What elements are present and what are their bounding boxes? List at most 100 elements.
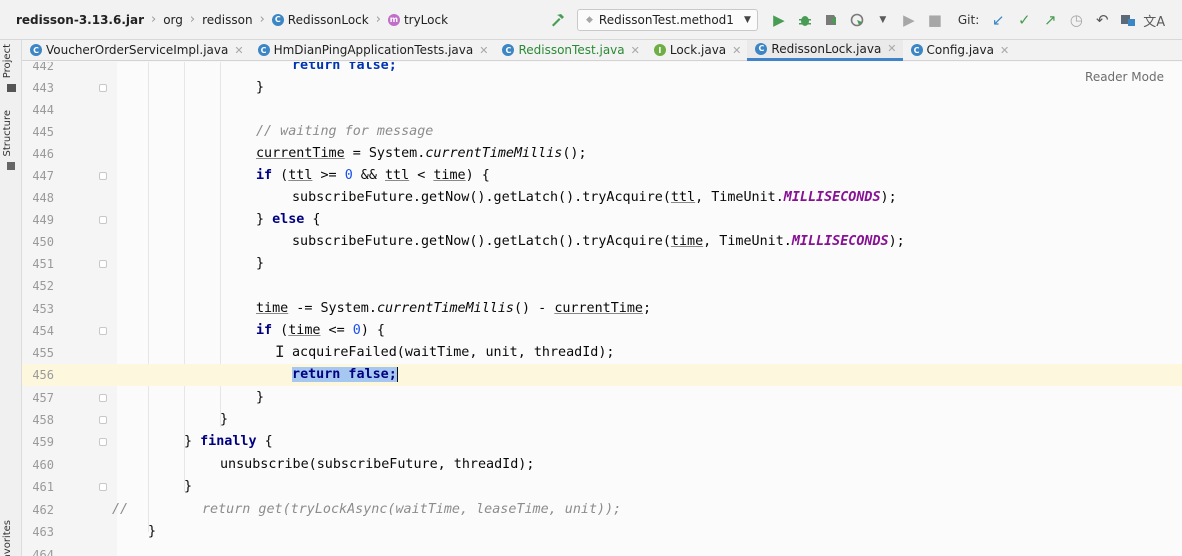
code-line: 458 } [22,409,1182,431]
line-number: 449 [32,213,54,227]
code-line: 452 [22,275,1182,297]
code-text: return false; [292,364,398,386]
coverage-icon[interactable] [820,9,842,31]
chevron-down-icon[interactable]: ▼ [872,9,894,31]
fold-marker-icon[interactable] [99,394,107,402]
method-icon: m [387,13,400,26]
tab-hmdianping-application-tests[interactable]: C HmDianPingApplicationTests.java ✕ [250,40,495,61]
close-icon[interactable]: ✕ [479,44,488,57]
code-line: 455 I acquireFailed(waitTime, unit, thre… [22,342,1182,364]
tab-lock[interactable]: I Lock.java ✕ [646,40,748,61]
code-line: 457 } [22,387,1182,409]
code-token: { [256,434,273,449]
code-line: 460 unsubscribe(subscribeFuture, threadI… [22,454,1182,476]
line-number: 452 [32,279,54,293]
line-number: 453 [32,302,54,316]
code-text: return false; [292,62,397,77]
fold-marker-icon[interactable] [99,438,107,446]
code-line: 453 time -= System.currentTimeMillis() -… [22,298,1182,320]
class-icon: C [30,44,42,56]
tab-label: RedissonLock.java [771,41,882,56]
favorites-tool-label[interactable]: Favorites [2,520,13,556]
tab-label: VoucherOrderServiceImpl.java [46,43,229,57]
line-number: 447 [32,169,54,183]
run-configuration-select[interactable]: ◆ RedissonTest.method1 ▼ [577,9,758,31]
build-hammer-icon[interactable] [547,9,569,31]
comment-marker: // [112,502,129,517]
code-line: 448 subscribeFuture.getNow().getLatch().… [22,187,1182,209]
history-icon[interactable]: ◷ [1065,9,1087,31]
class-icon: C [257,44,270,56]
git-update-icon[interactable]: ↙ [987,9,1009,31]
keyword-token: if [256,323,273,338]
comment-text: // waiting for message [256,124,434,139]
tab-redisson-test[interactable]: C RedissonTest.java ✕ [494,40,645,61]
fold-marker-icon[interactable] [99,416,107,424]
code-text: } [184,479,193,494]
run-icon[interactable]: ▶ [768,9,790,31]
rollback-icon[interactable]: ↶ [1091,9,1113,31]
close-icon[interactable]: ✕ [631,44,640,57]
structure-tool-label[interactable]: Structure [2,110,13,157]
close-icon[interactable]: ✕ [887,42,896,55]
chevron-right-icon: › [151,12,157,27]
debug-icon[interactable] [794,9,816,31]
code-text: acquireFailed(waitTime, unit, threadId); [292,345,615,360]
breadcrumb-class[interactable]: C RedissonLock [271,13,369,27]
code-text: time -= System.currentTimeMillis() - cur… [256,298,651,320]
close-icon[interactable]: ✕ [732,44,741,57]
navigation-bar: redisson-3.13.6.jar › org › redisson › C… [0,0,1182,40]
breadcrumb-package-redisson[interactable]: redisson [202,13,252,27]
code-text: } [256,80,265,95]
git-push-icon[interactable]: ↗ [1039,9,1061,31]
tab-label: HmDianPingApplicationTests.java [273,43,474,57]
code-token: ( [272,168,289,183]
code-editor[interactable]: Reader Mode 442 return false; 443 } 444 … [22,62,1182,556]
line-number: 450 [32,235,54,249]
code-token: , TimeUnit. [695,190,784,205]
number-token: 0 [344,168,353,183]
line-number: 445 [32,125,54,139]
fold-marker-icon[interactable] [99,216,107,224]
breadcrumb-method-label: tryLock [403,12,449,27]
fold-marker-icon[interactable] [99,483,107,491]
code-line: 449 } else { [22,209,1182,231]
code-text: subscribeFuture.getNow().getLatch().tryA… [292,187,897,209]
fold-marker-icon[interactable] [99,260,107,268]
class-icon: C [271,13,284,26]
tab-redisson-lock[interactable]: C RedissonLock.java ✕ [747,39,903,61]
variable-token: time [256,301,289,316]
translate-icon[interactable]: 文A [1143,9,1165,31]
fold-marker-icon[interactable] [99,327,107,335]
code-text: currentTime = System.currentTimeMillis()… [256,143,587,165]
tab-voucher-order-service-impl[interactable]: C VoucherOrderServiceImpl.java ✕ [22,40,250,61]
code-token: subscribeFuture.getNow().getLatch().tryA… [292,234,671,249]
stop-icon[interactable]: ■ [924,9,946,31]
tab-label: Lock.java [669,43,727,57]
tab-config[interactable]: C Config.java ✕ [903,40,1016,61]
selection: eturn false; [300,367,398,382]
close-icon[interactable]: ✕ [1000,44,1009,57]
code-text: unsubscribe(subscribeFuture, threadId); [220,457,535,472]
close-icon[interactable]: ✕ [234,44,243,57]
constant-token: MILLISECONDS [783,190,881,205]
code-token: { [304,212,321,227]
code-text: } [256,390,265,405]
code-text: if (time <= 0) { [256,320,385,342]
code-text: } [220,412,229,427]
line-number: 462 [32,503,54,517]
breadcrumb-method[interactable]: m tryLock [387,12,449,27]
code-token: = System. [344,146,426,161]
fold-marker-icon[interactable] [99,172,107,180]
code-line: 446 currentTime = System.currentTimeMill… [22,143,1182,165]
breadcrumb-package-org[interactable]: org [163,13,183,27]
profile-icon[interactable] [846,9,868,31]
breadcrumb-jar[interactable]: redisson-3.13.6.jar [16,13,144,27]
resume-icon[interactable]: ▶ [898,9,920,31]
fold-marker-icon[interactable] [99,84,107,92]
project-tool-label[interactable]: Project [2,44,13,78]
project-structure-icon[interactable] [1117,9,1139,31]
line-number: 446 [32,147,54,161]
variable-token: time [670,234,704,249]
git-commit-icon[interactable]: ✓ [1013,9,1035,31]
